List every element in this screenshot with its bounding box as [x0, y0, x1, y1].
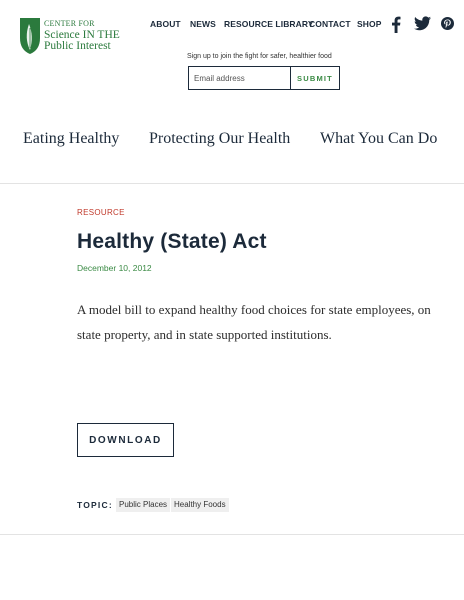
- resource-type-label: RESOURCE: [77, 208, 125, 217]
- download-button[interactable]: DOWNLOAD: [77, 423, 174, 457]
- facebook-icon[interactable]: [391, 16, 401, 38]
- topic-tag-public-places[interactable]: Public Places: [116, 498, 171, 512]
- article-description: A model bill to expand healthy food choi…: [77, 302, 431, 342]
- site-logo[interactable]: CENTER FOR Science IN THE Public Interes…: [20, 18, 130, 60]
- email-input[interactable]: [188, 66, 290, 90]
- twitter-icon[interactable]: [414, 16, 431, 36]
- main-nav-eating-healthy[interactable]: Eating Healthy: [23, 130, 119, 148]
- page-title: Healthy (State) Act: [77, 230, 267, 253]
- top-nav-resource-library[interactable]: RESOURCE LIBRARY: [224, 19, 314, 29]
- top-nav-shop[interactable]: SHOP: [357, 19, 382, 29]
- top-nav-news[interactable]: NEWS: [190, 19, 216, 29]
- main-nav-protecting-our-health[interactable]: Protecting Our Health: [149, 130, 290, 148]
- submit-button[interactable]: SUBMIT: [290, 66, 340, 90]
- divider-top: [0, 183, 464, 184]
- top-nav-about[interactable]: ABOUT: [150, 19, 181, 29]
- topic-label: TOPIC:: [77, 500, 113, 510]
- divider-bottom: [0, 534, 464, 535]
- logo-line-3: Public Interest: [44, 40, 111, 52]
- leaf-logo-icon: [20, 18, 40, 54]
- logo-line-1: CENTER FOR: [44, 19, 95, 28]
- publish-date: December 10, 2012: [77, 263, 152, 273]
- top-nav-contact[interactable]: CONTACT: [309, 19, 351, 29]
- topic-tag-healthy-foods[interactable]: Healthy Foods: [171, 498, 229, 512]
- pinterest-icon[interactable]: [441, 16, 454, 36]
- signup-prompt: Sign up to join the fight for safer, hea…: [187, 53, 332, 60]
- main-nav-what-you-can-do[interactable]: What You Can Do: [320, 130, 437, 148]
